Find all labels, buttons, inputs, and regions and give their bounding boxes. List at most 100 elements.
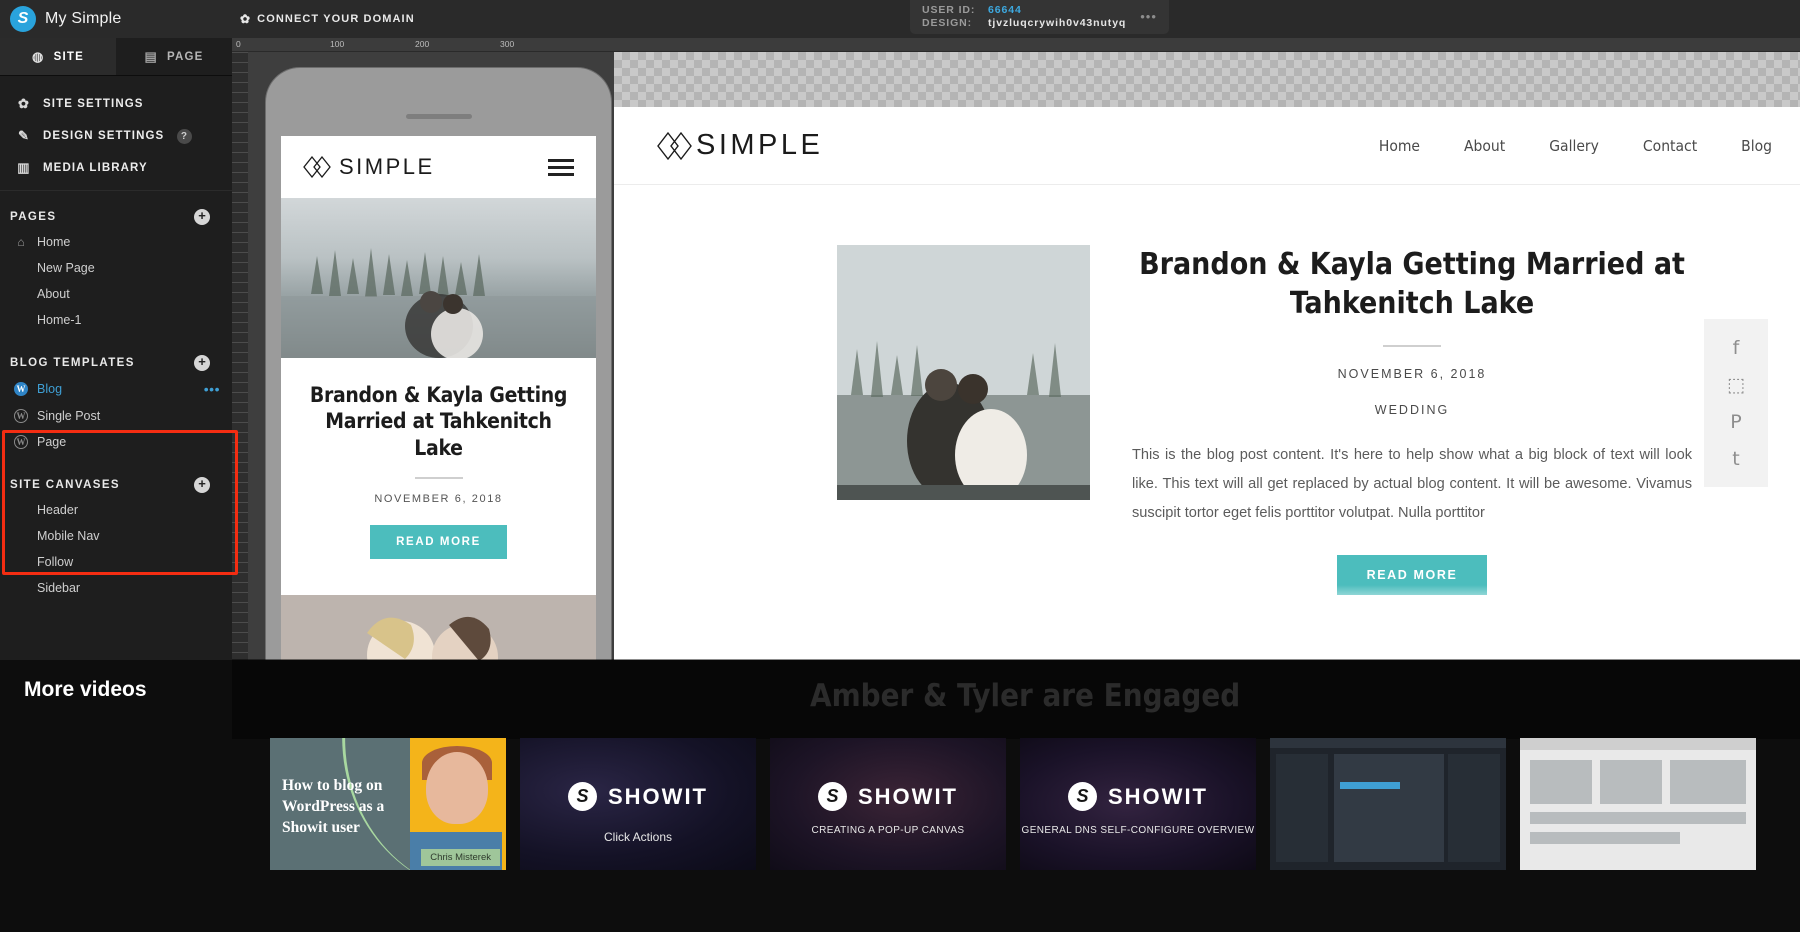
instagram-icon[interactable]: ⬚: [1727, 374, 1745, 396]
sidebar-item-page-template[interactable]: W Page: [0, 429, 232, 455]
tab-site-label: SITE: [54, 51, 84, 63]
thumb-web-bar: [1530, 812, 1746, 824]
video-thumbnail[interactable]: [1520, 738, 1756, 870]
id-panel-more-icon[interactable]: •••: [1140, 9, 1157, 24]
video-caption: GENERAL DNS SELF-CONFIGURE OVERVIEW: [1020, 825, 1256, 836]
sidebar-item-about[interactable]: About: [0, 281, 232, 307]
add-blog-template-button[interactable]: +: [194, 355, 210, 371]
canvas-label: Mobile Nav: [37, 529, 100, 543]
document-icon: ▤: [144, 49, 157, 65]
thumb-web-bar: [1530, 832, 1680, 844]
sidebar-item-follow[interactable]: Follow: [0, 549, 232, 575]
connect-domain-label: CONNECT YOUR DOMAIN: [257, 13, 415, 25]
design-settings-label: DESIGN SETTINGS: [43, 130, 164, 142]
twitter-icon[interactable]: t: [1732, 448, 1739, 470]
diamond-logo-icon: [303, 156, 333, 178]
sidebar-item-single-post[interactable]: W Single Post: [0, 403, 232, 429]
mobile-post-title: Brandon & Kayla Getting Married at Tahke…: [303, 382, 574, 461]
brand[interactable]: S My Simple: [0, 6, 240, 32]
nav-item-contact[interactable]: Contact: [1643, 137, 1697, 155]
video-thumbnail[interactable]: How to blog on WordPress as a Showit use…: [270, 738, 506, 870]
thumb-web-image: [1530, 760, 1592, 804]
sidebar-item-site-settings[interactable]: ✿ SITE SETTINGS: [0, 88, 232, 120]
video-author: Chris Misterek: [421, 849, 500, 866]
sidebar-item-media-library[interactable]: ▥ MEDIA LIBRARY: [0, 152, 232, 184]
gear-icon: ✿: [240, 12, 251, 26]
sidebar-menu: ✿ SITE SETTINGS ✎ DESIGN SETTINGS ? ▥ ME…: [0, 76, 232, 191]
site-canvases-title: SITE CANVASES: [10, 479, 120, 491]
add-canvas-button[interactable]: +: [194, 477, 210, 493]
desktop-post-date: NOVEMBER 6, 2018: [1132, 367, 1692, 381]
sidebar-item-mobile-nav[interactable]: Mobile Nav: [0, 523, 232, 549]
design-label: DESIGN:: [922, 17, 980, 29]
sidebar-tabs: ◍ SITE ▤ PAGE: [0, 38, 232, 76]
thumb-web-topbar: [1520, 738, 1756, 750]
home-icon: ⌂: [14, 235, 28, 249]
connect-domain-button[interactable]: ✿ CONNECT YOUR DOMAIN: [240, 12, 415, 26]
desktop-nav-menu: Home About Gallery Contact Blog: [1379, 137, 1790, 155]
horizontal-ruler: 0 100 200 300: [232, 38, 1800, 52]
pinterest-icon[interactable]: P: [1730, 411, 1741, 433]
nav-item-home[interactable]: Home: [1379, 137, 1420, 155]
transparency-checker-area: [614, 52, 1800, 107]
page-label: Home-1: [37, 313, 81, 327]
desktop-logo-text: SIMPLE: [696, 129, 823, 162]
showit-logo-icon: S: [568, 782, 597, 811]
video-thumbnail[interactable]: S SHOWIT GENERAL DNS SELF-CONFIGURE OVER…: [1020, 738, 1256, 870]
sidebar-item-sidebar[interactable]: Sidebar: [0, 575, 232, 601]
sidebar-item-home-1[interactable]: Home-1: [0, 307, 232, 333]
sidebar-item-header[interactable]: Header: [0, 497, 232, 523]
help-icon[interactable]: ?: [177, 129, 192, 144]
device-speaker: [406, 114, 472, 119]
site-name: My Simple: [45, 10, 121, 28]
video-thumbnail[interactable]: [1270, 738, 1506, 870]
globe-icon: ◍: [32, 49, 45, 65]
video-thumbnail[interactable]: S SHOWIT Click Actions: [520, 738, 756, 870]
video-thumbnail[interactable]: S SHOWIT CREATING A POP-UP CANVAS: [770, 738, 1006, 870]
page-label: About: [37, 287, 70, 301]
desktop-post-text: Brandon & Kayla Getting Married at Tahke…: [1090, 245, 1800, 623]
tab-page-label: PAGE: [167, 51, 204, 63]
tab-page[interactable]: ▤ PAGE: [116, 38, 232, 75]
ruler-tick: 300: [500, 39, 514, 49]
add-page-button[interactable]: +: [194, 209, 210, 225]
blog-templates-title: BLOG TEMPLATES: [10, 357, 135, 369]
mobile-logo[interactable]: SIMPLE: [303, 154, 435, 180]
sidebar-item-design-settings[interactable]: ✎ DESIGN SETTINGS ?: [0, 120, 232, 152]
desktop-post-area: Brandon & Kayla Getting Married at Tahke…: [614, 185, 1800, 623]
facebook-icon[interactable]: f: [1733, 337, 1740, 359]
more-videos-label: More videos: [24, 678, 147, 702]
video-caption: Click Actions: [520, 830, 756, 844]
video-overlay: More videos Amber & Tyler are Engaged Ho…: [0, 660, 1800, 932]
thumb-web-image: [1600, 760, 1662, 804]
thumb-ui-right-panel: [1448, 754, 1500, 862]
mobile-logo-text: SIMPLE: [339, 154, 435, 180]
mobile-post-block: Brandon & Kayla Getting Married at Tahke…: [281, 358, 596, 577]
editor-canvas[interactable]: 0 100 200 300 SIMPLE: [232, 38, 1800, 660]
mobile-preview[interactable]: SIMPLE: [281, 136, 596, 660]
nav-item-gallery[interactable]: Gallery: [1549, 137, 1599, 155]
video-brand: SHOWIT: [858, 784, 958, 810]
sidebar-item-blog[interactable]: W Blog •••: [0, 375, 232, 403]
desktop-preview[interactable]: SIMPLE Home About Gallery Contact Blog: [614, 52, 1800, 660]
mobile-read-more-button[interactable]: READ MORE: [370, 525, 507, 559]
id-info-panel: USER ID: 66644 DESIGN: tjvzluqcrywih0v43…: [910, 0, 1169, 34]
vertical-ruler: [232, 52, 248, 660]
blog-row-more-icon[interactable]: •••: [204, 381, 220, 397]
mobile-post-date: NOVEMBER 6, 2018: [303, 493, 574, 505]
desktop-post-image: [837, 245, 1090, 500]
blog-template-label: Page: [37, 435, 66, 449]
sidebar-item-home[interactable]: ⌂ Home: [0, 229, 232, 255]
left-sidebar: ◍ SITE ▤ PAGE ✿ SITE SETTINGS ✎ DESIGN S…: [0, 38, 232, 660]
nav-item-about[interactable]: About: [1464, 137, 1505, 155]
video-caption: CREATING A POP-UP CANVAS: [770, 825, 1006, 836]
design-value: tjvzluqcrywih0v43nutyq: [988, 17, 1126, 29]
hamburger-icon[interactable]: [548, 159, 574, 176]
nav-item-blog[interactable]: Blog: [1741, 137, 1772, 155]
sidebar-item-new-page[interactable]: New Page: [0, 255, 232, 281]
tab-site[interactable]: ◍ SITE: [0, 38, 116, 75]
desktop-read-more-button[interactable]: READ MORE: [1337, 555, 1488, 595]
user-id-value: 66644: [988, 4, 1022, 16]
site-canvases-section: SITE CANVASES + Header Mobile Nav Follow…: [0, 455, 232, 601]
next-post-title: Amber & Tyler are Engaged: [810, 678, 1240, 714]
